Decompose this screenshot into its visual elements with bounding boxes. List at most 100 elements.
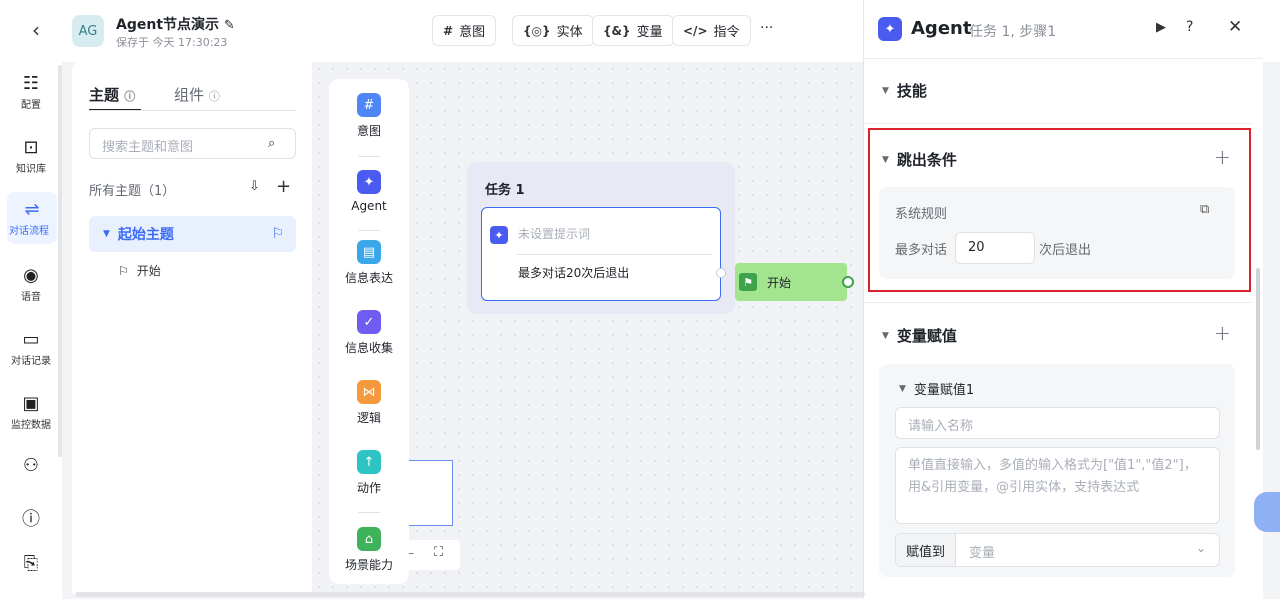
tree-item-start[interactable]: ⚐ 开始: [118, 262, 161, 279]
search-icon[interactable]: ⌕: [268, 136, 275, 151]
skills-section-header[interactable]: ▼ 技能: [882, 80, 927, 101]
mic-icon: ◉: [23, 265, 39, 286]
topic-search-input[interactable]: 搜索主题和意图: [89, 128, 296, 159]
var-name-input[interactable]: 请输入名称: [895, 407, 1220, 439]
hash-icon: #: [443, 23, 454, 38]
saved-status: 保存于 今天 17:30:23: [116, 36, 228, 49]
caret-down-icon: ▼: [882, 85, 889, 96]
sparkle-icon: ✦: [878, 17, 902, 41]
var-value-textarea[interactable]: 单值直接输入，多值的输入格式为["值1","值2"]，用&引用变量，@引用实体，…: [895, 447, 1220, 524]
help-icon: ⓘ: [124, 90, 136, 103]
import-icon[interactable]: ⇩: [249, 179, 260, 194]
output-port[interactable]: [716, 268, 726, 278]
root-topic-label: 起始主题: [117, 227, 174, 243]
palette-logic[interactable]: ⋈ 逻辑: [329, 380, 409, 426]
palette-label: Agent: [351, 199, 387, 213]
panel-scrollbar[interactable]: [1256, 268, 1260, 450]
palette-info-express[interactable]: ▤ 信息表达: [329, 240, 409, 286]
fit-view-icon[interactable]: ⛶: [434, 545, 443, 560]
palette-info-collect[interactable]: ✓ 信息收集: [329, 310, 409, 356]
assign-to-label: 赋值到: [896, 534, 956, 566]
doc-settings-icon[interactable]: ⎘: [0, 552, 62, 576]
tree-item-root-topic[interactable]: ▼ 起始主题 ⚐: [89, 216, 296, 252]
hash-icon: #: [357, 93, 381, 117]
copy-icon[interactable]: ⧉: [1200, 202, 1209, 217]
start-node[interactable]: ⚑ 开始: [735, 263, 847, 301]
max-dialog-input[interactable]: 20: [955, 232, 1035, 264]
toolbar-variable-button[interactable]: {&} 变量: [592, 15, 674, 46]
var-assign-1-label: 变量赋值1: [913, 383, 975, 398]
exit-conditions-header[interactable]: ▼ 跳出条件: [882, 149, 957, 170]
assign-to-select[interactable]: 赋值到 变量 ⌄: [895, 533, 1220, 567]
palette-intent[interactable]: # 意图: [329, 93, 409, 139]
palette-scene[interactable]: ⌂ 场景能力: [329, 527, 409, 573]
nav-label: 对话记录: [11, 356, 51, 367]
search-placeholder: 搜索主题和意图: [102, 140, 194, 155]
task-title: 任务 1: [485, 183, 525, 198]
nav-label: 语音: [21, 292, 41, 303]
agent-step-card[interactable]: ✦ 未设置提示词 最多对话20次后退出: [481, 207, 721, 301]
start-node-label: 开始: [767, 275, 792, 290]
nav-monitor[interactable]: ▣ 监控数据: [0, 392, 62, 431]
nav-voice[interactable]: ◉ 语音: [0, 264, 62, 303]
flag-icon: ⚑: [739, 273, 757, 291]
nav-scrollbar[interactable]: [58, 65, 62, 457]
entity-icon: {◎}: [523, 23, 551, 38]
add-var-assign-icon[interactable]: +: [1214, 321, 1231, 345]
system-rule-card: [879, 187, 1235, 279]
app-avatar: AG: [72, 15, 104, 47]
divider: [358, 156, 380, 157]
pencil-icon[interactable]: ✎: [224, 18, 235, 33]
toolbar-entity-button[interactable]: {◎} 实体: [512, 15, 594, 46]
add-topic-icon[interactable]: +: [276, 176, 291, 197]
branch-icon: ⋈: [357, 380, 381, 404]
horizontal-scrollbar[interactable]: [75, 592, 865, 597]
help-icon[interactable]: ?: [1186, 19, 1193, 35]
plugin-icon[interactable]: ⚇: [0, 454, 62, 478]
variable-placeholder: 变量: [969, 546, 996, 561]
nav-label: 配置: [21, 100, 41, 111]
flag-icon: ⚐: [271, 226, 284, 242]
nav-config[interactable]: ☷ 配置: [0, 72, 62, 111]
toolbar-intent-button[interactable]: # 意图: [432, 15, 497, 46]
tab-component-label: 组件: [174, 86, 205, 104]
assistant-mascot-icon[interactable]: [1254, 492, 1280, 532]
nav-dialog-flow[interactable]: ⇌ 对话流程: [7, 192, 57, 244]
folder-check-icon: ✓: [357, 310, 381, 334]
app-name-text: Agent节点演示: [116, 17, 220, 33]
nav-dialog-records[interactable]: ▭ 对话记录: [0, 328, 62, 367]
tab-topic[interactable]: 主题 ⓘ: [89, 84, 135, 105]
add-exit-condition-icon[interactable]: +: [1214, 145, 1231, 169]
play-icon[interactable]: ▶: [1156, 20, 1166, 35]
minimap[interactable]: [405, 460, 453, 526]
sliders-icon: ☷: [22, 73, 40, 94]
close-icon[interactable]: ✕: [1228, 17, 1242, 37]
exit-conditions-label: 跳出条件: [896, 151, 957, 169]
max-rule-text: 最多对话20次后退出: [518, 266, 630, 280]
toolbar-command-button[interactable]: </> 指令: [672, 15, 751, 46]
nav-label: 知识库: [16, 164, 46, 175]
toolbar-label: 指令: [713, 25, 740, 40]
back-chevron-icon[interactable]: ‹: [24, 18, 48, 42]
sparkle-icon: ✦: [490, 226, 508, 244]
start-port[interactable]: [842, 276, 854, 288]
more-icon[interactable]: ···: [760, 20, 773, 36]
skills-label: 技能: [896, 82, 927, 100]
var-assign-header[interactable]: ▼ 变量赋值: [882, 325, 957, 346]
palette-label: 意图: [356, 124, 381, 138]
var-assign-label: 变量赋值: [896, 327, 957, 345]
tab-component[interactable]: 组件 ⓘ: [174, 84, 220, 105]
nav-knowledge[interactable]: ⊡ 知识库: [0, 136, 62, 175]
action-icon: ↑: [357, 450, 381, 474]
panel-subtitle: 任务 1, 步骤1: [969, 24, 1057, 40]
nav-label: 监控数据: [11, 420, 51, 431]
var-assign-1-header[interactable]: ▼ 变量赋值1: [899, 379, 974, 398]
tab-topic-label: 主题: [89, 86, 120, 104]
palette-action[interactable]: ↑ 动作: [329, 450, 409, 496]
help-icon[interactable]: ⓘ: [0, 508, 62, 532]
palette-agent[interactable]: ✦ Agent: [329, 170, 409, 213]
help-icon: ⓘ: [208, 90, 220, 103]
divider: [863, 302, 1252, 303]
book-icon: ⊡: [23, 137, 39, 158]
caret-down-icon: ▼: [882, 330, 889, 341]
